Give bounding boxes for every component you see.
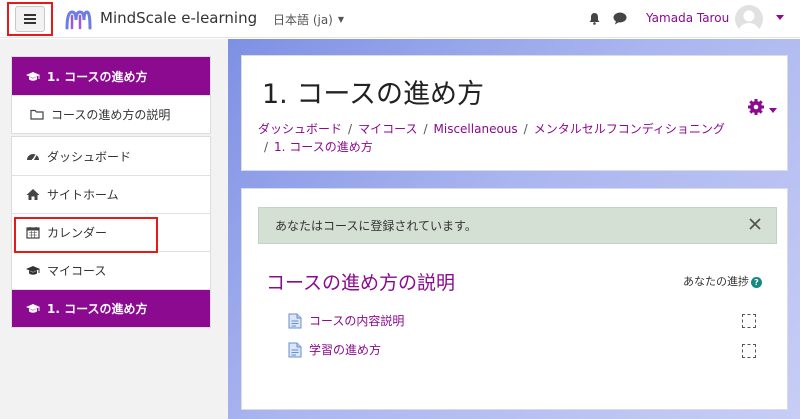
help-icon[interactable]: ?: [751, 277, 762, 288]
nav-item-label: カレンダー: [47, 226, 108, 240]
breadcrumb: ダッシュボード / マイコース / Miscellaneous / メンタルセルフコンディシ…: [258, 120, 758, 156]
settings-caret-icon[interactable]: [769, 108, 777, 113]
avatar[interactable]: [735, 5, 763, 33]
breadcrumb-category[interactable]: Miscellaneous: [434, 122, 518, 136]
breadcrumb-my-courses[interactable]: マイコース: [358, 122, 417, 136]
breadcrumb-separator: /: [523, 122, 528, 136]
main-region: 1. コースの進め方 ダッシュボード / マイコース / Miscellaneous / メ…: [228, 39, 800, 419]
calendar-icon: [26, 227, 40, 239]
close-icon[interactable]: [748, 217, 762, 231]
site-nav-group: ダッシュボード サイトホーム カレンダー マイコース 1. コースの進め方: [11, 136, 211, 328]
graduation-cap-icon: [26, 304, 40, 313]
folder-icon: [30, 109, 44, 120]
activity-learning-guide[interactable]: 学習の進め方: [287, 341, 381, 358]
page-icon: [288, 342, 302, 357]
breadcrumb-separator: /: [264, 140, 269, 154]
nav-item-my-courses[interactable]: マイコース: [12, 251, 210, 289]
nav-item-current-course[interactable]: 1. コースの進め方: [12, 289, 210, 327]
chevron-down-icon: ▼: [337, 15, 345, 24]
breadcrumb-dashboard[interactable]: ダッシュボード: [258, 122, 342, 136]
brand-logo[interactable]: [64, 6, 92, 32]
enrolment-alert: あなたはコースに登録されています。: [258, 207, 777, 244]
home-icon: [26, 189, 40, 200]
page-header: 1. コースの進め方 ダッシュボード / マイコース / Miscellaneous / メ…: [241, 55, 788, 171]
graduation-cap-icon: [26, 71, 40, 81]
nav-item-label: ダッシュボード: [47, 149, 132, 164]
activity-label: 学習の進め方: [309, 343, 382, 357]
nav-item-site-home[interactable]: サイトホーム: [12, 175, 210, 213]
alert-message: あなたはコースに登録されています。: [275, 219, 477, 233]
hamburger-icon[interactable]: [15, 6, 45, 32]
nav-item-calendar[interactable]: カレンダー: [12, 213, 210, 251]
nav-item-label: 1. コースの進め方: [47, 69, 148, 84]
user-menu-caret-icon[interactable]: [776, 15, 784, 20]
user-avatar-icon: [739, 10, 759, 33]
nav-item-current-course[interactable]: 1. コースの進め方: [12, 57, 210, 95]
progress-label-text: あなたの進捗: [683, 275, 749, 288]
hamburger-highlight[interactable]: [7, 2, 53, 36]
gear-icon[interactable]: [747, 98, 765, 116]
chat-icon[interactable]: [613, 12, 627, 25]
page-icon: [288, 313, 302, 328]
activity-label: コースの内容説明: [309, 314, 405, 328]
section-title[interactable]: コースの進め方の説明: [266, 268, 455, 295]
activity-course-content[interactable]: コースの内容説明: [287, 312, 404, 329]
breadcrumb-separator: /: [423, 122, 428, 136]
breadcrumb-course-category[interactable]: メンタルセルフコンディショニング: [534, 122, 725, 136]
nav-item-label: サイトホーム: [47, 188, 119, 202]
course-nav-group: 1. コースの進め方 コースの進め方の説明: [11, 56, 211, 134]
completion-checkbox[interactable]: [742, 344, 756, 358]
bell-icon[interactable]: [588, 12, 601, 25]
completion-checkbox[interactable]: [742, 314, 756, 328]
nav-item-dashboard[interactable]: ダッシュボード: [12, 137, 210, 175]
user-name[interactable]: Yamada Tarou: [646, 11, 729, 25]
nav-drawer: 1. コースの進め方 コースの進め方の説明 ダッシュボード サイトホーム カレン…: [0, 39, 228, 419]
nav-item-label: マイコース: [47, 264, 107, 278]
nav-item-label: コースの進め方の説明: [51, 108, 171, 122]
language-label: 日本語 (ja): [273, 13, 333, 27]
breadcrumb-separator: /: [348, 122, 353, 136]
breadcrumb-current-course[interactable]: 1. コースの進め方: [274, 140, 373, 154]
nav-item-label: 1. コースの進め方: [47, 302, 148, 316]
graduation-cap-icon: [26, 266, 40, 275]
page-title: 1. コースの進め方: [262, 79, 484, 110]
language-selector[interactable]: 日本語 (ja) ▼: [273, 11, 344, 28]
progress-label: あなたの進捗?: [683, 273, 762, 289]
brand-name[interactable]: MindScale e-learning: [100, 9, 257, 27]
course-content: あなたはコースに登録されています。 コースの進め方の説明 あなたの進捗? コース…: [241, 188, 788, 410]
dashboard-icon: [27, 153, 39, 161]
nav-item-course-intro[interactable]: コースの進め方の説明: [12, 95, 210, 133]
top-navbar: MindScale e-learning 日本語 (ja) ▼ Yamada Ta…: [0, 0, 800, 38]
